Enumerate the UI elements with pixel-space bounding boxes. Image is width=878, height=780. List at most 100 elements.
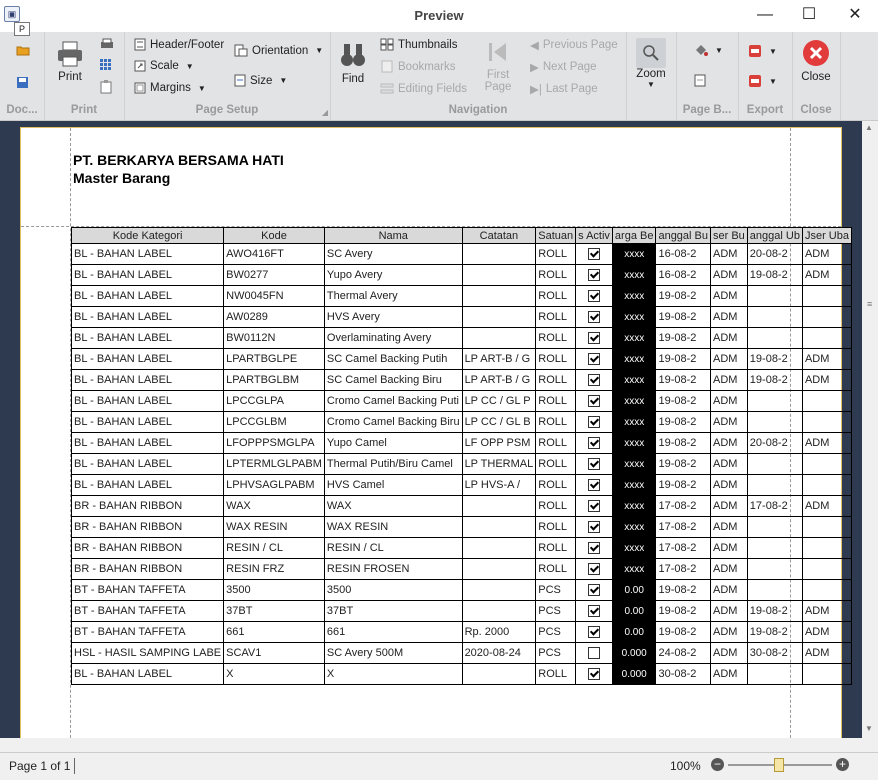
quick-access-badge[interactable]: P	[14, 22, 30, 36]
table-row: BL - BAHAN LABEL LPARTBGLPE SC Camel Backi…	[70, 348, 852, 370]
zoom-in-icon[interactable]: +	[836, 758, 849, 771]
cell-harga: xxxx	[611, 369, 657, 391]
cell-user-ubah: ADM	[801, 264, 852, 286]
scroll-grip-icon[interactable]: ≡	[867, 299, 872, 309]
margins-icon	[134, 82, 146, 94]
size-button[interactable]: Size ▼	[234, 74, 287, 87]
cell-catatan: LP ART-B / G	[461, 348, 537, 370]
cell-tgl-ubah	[746, 558, 803, 580]
header-footer-button[interactable]: Header/Footer	[134, 38, 224, 51]
column-header: arga Be	[611, 227, 657, 244]
multi-page-icon[interactable]	[99, 58, 113, 75]
cell-nama: RESIN / CL	[323, 537, 463, 559]
close-preview-label: Close	[801, 71, 831, 83]
horizontal-scrollbar[interactable]	[0, 738, 862, 752]
bookmarks-button[interactable]: Bookmarks	[380, 60, 456, 73]
export-caret-icon: ▼	[769, 46, 777, 56]
checkbox-icon	[588, 374, 601, 387]
column-header: Catatan	[461, 227, 537, 244]
table-row: BL - BAHAN LABEL LPARTBGLBM SC Camel Backi…	[70, 369, 852, 391]
vertical-scrollbar[interactable]: ▲ ≡ ▼	[862, 121, 878, 738]
cell-is-active	[575, 306, 613, 328]
first-page-button[interactable]: First Page	[480, 40, 516, 93]
cell-kode: 3500	[223, 579, 325, 601]
table-row: BL - BAHAN LABEL X X ROLL 0.000 30-08-2 ADM	[70, 663, 852, 685]
ribbon-group-close: Close Close	[792, 32, 841, 120]
cell-tgl-ubah	[746, 453, 803, 475]
cell-catatan	[461, 516, 537, 538]
watermark-button[interactable]	[694, 74, 706, 87]
previous-page-button[interactable]: ◀ Previous Page	[530, 38, 618, 52]
cell-harga: xxxx	[611, 432, 657, 454]
margins-button[interactable]: Margins ▼	[134, 82, 206, 94]
printer-icon	[58, 41, 82, 67]
orientation-icon	[234, 44, 248, 57]
scale-button[interactable]: Scale ▼	[134, 60, 194, 72]
cell-kode: BW0112N	[223, 327, 325, 349]
scroll-up-icon[interactable]: ▲	[865, 123, 873, 132]
cell-catatan	[461, 285, 537, 307]
quick-print-icon[interactable]	[100, 38, 114, 54]
zoom-slider-thumb[interactable]	[774, 758, 785, 772]
cell-kode: NW0045FN	[223, 285, 325, 307]
export-pdf-button[interactable]: ▼	[748, 44, 777, 58]
cell-nama: Yupo Camel	[323, 432, 463, 454]
page-color-button[interactable]: ▼	[694, 44, 723, 56]
cell-tgl-ubah: 19-08-2	[746, 348, 803, 370]
last-page-button[interactable]: ▶| Last Page	[530, 82, 598, 96]
cell-is-active	[575, 411, 613, 433]
editing-fields-icon	[380, 83, 394, 94]
cell-user-ubah	[801, 537, 852, 559]
checkbox-icon	[588, 290, 601, 303]
checkbox-icon	[588, 248, 601, 261]
cell-catatan	[461, 264, 537, 286]
thumbnails-icon	[380, 38, 394, 51]
zoom-level: 100%	[670, 759, 701, 773]
clipboard-icon[interactable]	[100, 80, 112, 97]
cell-user-buat: ADM	[710, 243, 748, 265]
cell-tgl-ubah: 19-08-2	[746, 621, 803, 643]
cell-catatan	[461, 327, 537, 349]
next-page-button[interactable]: ▶ Next Page	[530, 60, 597, 74]
cell-harga: xxxx	[611, 390, 657, 412]
table-row: BT - BAHAN TAFFETA 661 661 Rp. 2000 PCS 0.00 1…	[70, 621, 852, 643]
cell-catatan	[461, 600, 537, 622]
zoom-out-icon[interactable]: −	[711, 758, 724, 771]
checkbox-icon	[588, 605, 601, 618]
orientation-button[interactable]: Orientation ▼	[234, 44, 323, 57]
close-window-button[interactable]: ✕	[832, 0, 878, 32]
close-preview-button[interactable]: Close	[796, 38, 836, 83]
cell-user-buat: ADM	[710, 537, 748, 559]
editing-fields-button[interactable]: Editing Fields	[380, 82, 467, 95]
save-icon[interactable]	[16, 76, 29, 92]
cell-tgl-ubah	[746, 474, 803, 496]
minimize-button[interactable]: —	[742, 0, 788, 32]
cell-kode: BW0277	[223, 264, 325, 286]
size-caret-icon: ▼	[279, 76, 288, 85]
maximize-button[interactable]: ☐	[786, 0, 832, 32]
send-pdf-button[interactable]: ▼	[748, 74, 777, 88]
cell-nama: X	[323, 663, 463, 685]
send-caret-icon: ▼	[769, 76, 777, 86]
open-icon[interactable]	[16, 44, 30, 59]
cell-tgl-buat: 19-08-2	[655, 621, 711, 643]
column-header: Nama	[323, 227, 463, 244]
cell-user-buat: ADM	[710, 285, 748, 307]
find-button[interactable]: Find	[336, 40, 370, 85]
zoom-label: Zoom	[636, 68, 666, 80]
table-row: BL - BAHAN LABEL LPHVSAGLPABM HVS Camel LP …	[70, 474, 852, 496]
close-circle-icon	[803, 40, 829, 66]
cell-harga: xxxx	[611, 411, 657, 433]
cell-tgl-buat: 19-08-2	[655, 285, 711, 307]
thumbnails-button[interactable]: Thumbnails	[380, 38, 457, 51]
cell-kode: LPTERMLGLPABM	[223, 453, 325, 475]
scroll-down-icon[interactable]: ▼	[865, 724, 873, 733]
print-button[interactable]: Print	[54, 40, 86, 83]
cell-catatan	[461, 663, 537, 685]
cell-tgl-buat: 30-08-2	[655, 663, 711, 685]
binoculars-icon	[341, 44, 365, 66]
zoom-button[interactable]: Zoom ▼	[634, 38, 668, 89]
cell-catatan	[461, 537, 537, 559]
checkbox-icon	[588, 521, 601, 534]
checkbox-icon	[588, 437, 601, 450]
